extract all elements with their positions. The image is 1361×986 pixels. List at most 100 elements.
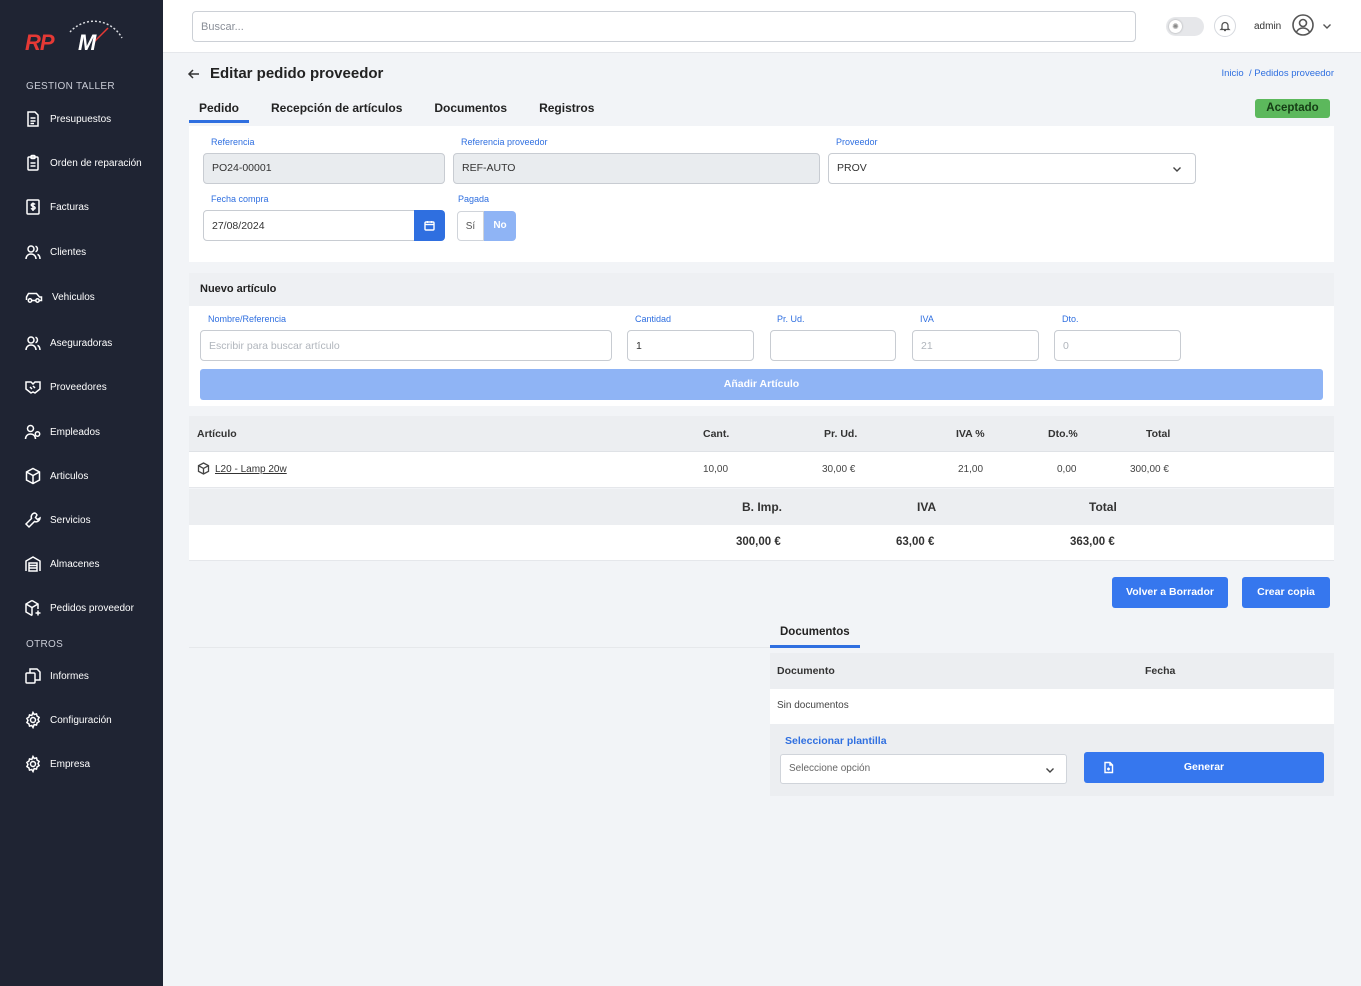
calendar-button[interactable] xyxy=(414,210,445,241)
col-iva: IVA % xyxy=(956,428,985,440)
sidebar-item-almacenes[interactable]: Almacenes xyxy=(24,553,99,575)
proveedor-label: Proveedor xyxy=(836,137,878,147)
sun-icon: ✺ xyxy=(1169,20,1182,33)
tab-recepcion[interactable]: Recepción de artículos xyxy=(261,96,412,123)
sidebar-item-label: Pedidos proveedor xyxy=(50,602,134,614)
ref-proveedor-label: Referencia proveedor xyxy=(461,137,548,147)
sidebar-item-label: Empleados xyxy=(50,426,101,438)
tab-registros[interactable]: Registros xyxy=(529,96,604,123)
col-total: Total xyxy=(1146,428,1171,440)
file-generate-icon xyxy=(1104,761,1114,774)
item-cant: 10,00 xyxy=(703,464,729,475)
sidebar-item-vehiculos[interactable]: Vehiculos xyxy=(24,286,95,308)
invoice-icon xyxy=(26,199,40,215)
users-icon xyxy=(25,245,41,260)
sidebar-item-orden-reparacion[interactable]: Orden de reparación xyxy=(24,152,142,174)
tab-documentos[interactable]: Documentos xyxy=(424,96,517,123)
col-articulo: Artículo xyxy=(197,428,237,440)
box-icon xyxy=(197,462,210,475)
dto-input[interactable] xyxy=(1054,330,1181,361)
fecha-compra-input[interactable] xyxy=(203,210,415,241)
generate-label: Generar xyxy=(1183,761,1225,773)
crear-copia-button[interactable]: Crear copia xyxy=(1242,577,1330,608)
template-select[interactable]: Seleccione opción xyxy=(780,754,1067,784)
col-prud: Pr. Ud. xyxy=(824,428,858,440)
cantidad-input[interactable] xyxy=(627,330,754,361)
gear-icon xyxy=(25,755,41,773)
sidebar-item-articulos[interactable]: Articulos xyxy=(24,465,88,487)
package-icon xyxy=(25,599,41,617)
pagada-si-option[interactable]: Sí xyxy=(457,211,484,241)
sidebar-item-informes[interactable]: Informes xyxy=(24,665,89,687)
tab-pedido[interactable]: Pedido xyxy=(189,96,250,123)
sidebar-item-label: Clientes xyxy=(50,246,87,258)
clipboard-icon xyxy=(27,154,39,171)
generate-button[interactable]: Generar xyxy=(1084,752,1324,783)
warehouse-icon xyxy=(25,556,41,572)
dto-label: Dto. xyxy=(1062,314,1079,324)
col-cant: Cant. xyxy=(703,428,730,440)
proveedor-select[interactable]: PROV xyxy=(828,153,1196,184)
user-name[interactable]: admin xyxy=(1254,21,1281,32)
referencia-label: Referencia xyxy=(211,137,255,147)
breadcrumb: Inicio / Pedidos proveedor xyxy=(1222,68,1335,79)
sidebar-item-label: Configuración xyxy=(50,714,112,726)
tab-bar: Pedido Recepción de artículos Documentos… xyxy=(189,96,616,123)
rpm-logo[interactable]: RP M xyxy=(24,16,128,56)
proveedor-value: PROV xyxy=(837,162,867,174)
sidebar-item-label: Empresa xyxy=(50,758,91,770)
user-avatar-icon[interactable] xyxy=(1291,13,1315,37)
page-title: Editar pedido proveedor xyxy=(210,65,384,82)
sidebar-item-configuracion[interactable]: Configuración xyxy=(24,709,112,731)
bell-icon xyxy=(1219,21,1231,32)
summary-row: 300,00 € 63,00 € 363,00 € xyxy=(189,525,1334,561)
search-input[interactable] xyxy=(192,11,1136,42)
tab-documentos-panel[interactable]: Documentos xyxy=(770,621,860,648)
breadcrumb-home[interactable]: Inicio xyxy=(1222,68,1244,79)
sidebar-item-label: Presupuestos xyxy=(50,113,112,125)
users-icon xyxy=(25,336,41,351)
item-link[interactable]: L20 - Lamp 20w xyxy=(215,464,287,475)
item-total: 300,00 € xyxy=(1130,464,1169,475)
nombre-label: Nombre/Referencia xyxy=(208,314,287,324)
sidebar-item-label: Facturas xyxy=(50,201,89,213)
sidebar-item-label: Articulos xyxy=(50,470,89,482)
sidebar-item-empleados[interactable]: Empleados xyxy=(24,421,100,443)
svg-text:RP: RP xyxy=(25,30,55,55)
add-item-button[interactable]: Añadir Artículo xyxy=(200,369,1323,400)
iva-input[interactable] xyxy=(912,330,1039,361)
status-badge: Aceptado xyxy=(1255,99,1330,118)
sidebar-item-clientes[interactable]: Clientes xyxy=(24,241,86,263)
sidebar-item-label: Servicios xyxy=(50,514,91,526)
chevron-down-icon[interactable] xyxy=(1321,20,1333,32)
sidebar-item-aseguradoras[interactable]: Aseguradoras xyxy=(24,332,112,354)
referencia-field: PO24-00001 xyxy=(203,153,445,184)
sidebar-item-proveedores[interactable]: Proveedores xyxy=(24,376,107,398)
col-dto: Dto.% xyxy=(1048,428,1078,440)
new-item-title: Nuevo artículo xyxy=(189,273,1334,306)
sidebar-item-empresa[interactable]: Empresa xyxy=(24,753,90,775)
document-icon xyxy=(27,111,39,127)
box-icon xyxy=(25,467,41,485)
chevron-down-icon xyxy=(1046,768,1054,773)
summary-iva-value: 63,00 € xyxy=(896,536,935,548)
sidebar-item-presupuestos[interactable]: Presupuestos xyxy=(24,108,111,130)
volver-borrador-button[interactable]: Volver a Borrador xyxy=(1112,577,1228,608)
sidebar-item-servicios[interactable]: Servicios xyxy=(24,509,91,531)
precio-unidad-input[interactable] xyxy=(770,330,896,361)
back-arrow-icon[interactable] xyxy=(187,67,201,81)
pagada-label: Pagada xyxy=(458,194,490,204)
pagada-no-option[interactable]: No xyxy=(484,211,516,241)
sidebar-item-label: Orden de reparación xyxy=(50,157,142,169)
nombre-referencia-input[interactable] xyxy=(200,330,612,361)
wrench-icon xyxy=(24,512,41,529)
theme-toggle[interactable]: ✺ xyxy=(1166,17,1204,36)
calendar-icon xyxy=(424,221,435,231)
col-documento: Documento xyxy=(777,665,835,677)
sidebar-item-facturas[interactable]: Facturas xyxy=(24,196,89,218)
sidebar-item-label: Informes xyxy=(50,670,89,682)
sidebar-item-pedidos-proveedor[interactable]: Pedidos proveedor xyxy=(24,597,134,619)
notifications-button[interactable] xyxy=(1214,15,1236,37)
breadcrumb-current[interactable]: / Pedidos proveedor xyxy=(1249,68,1334,79)
sidebar-item-label: Proveedores xyxy=(50,381,107,393)
